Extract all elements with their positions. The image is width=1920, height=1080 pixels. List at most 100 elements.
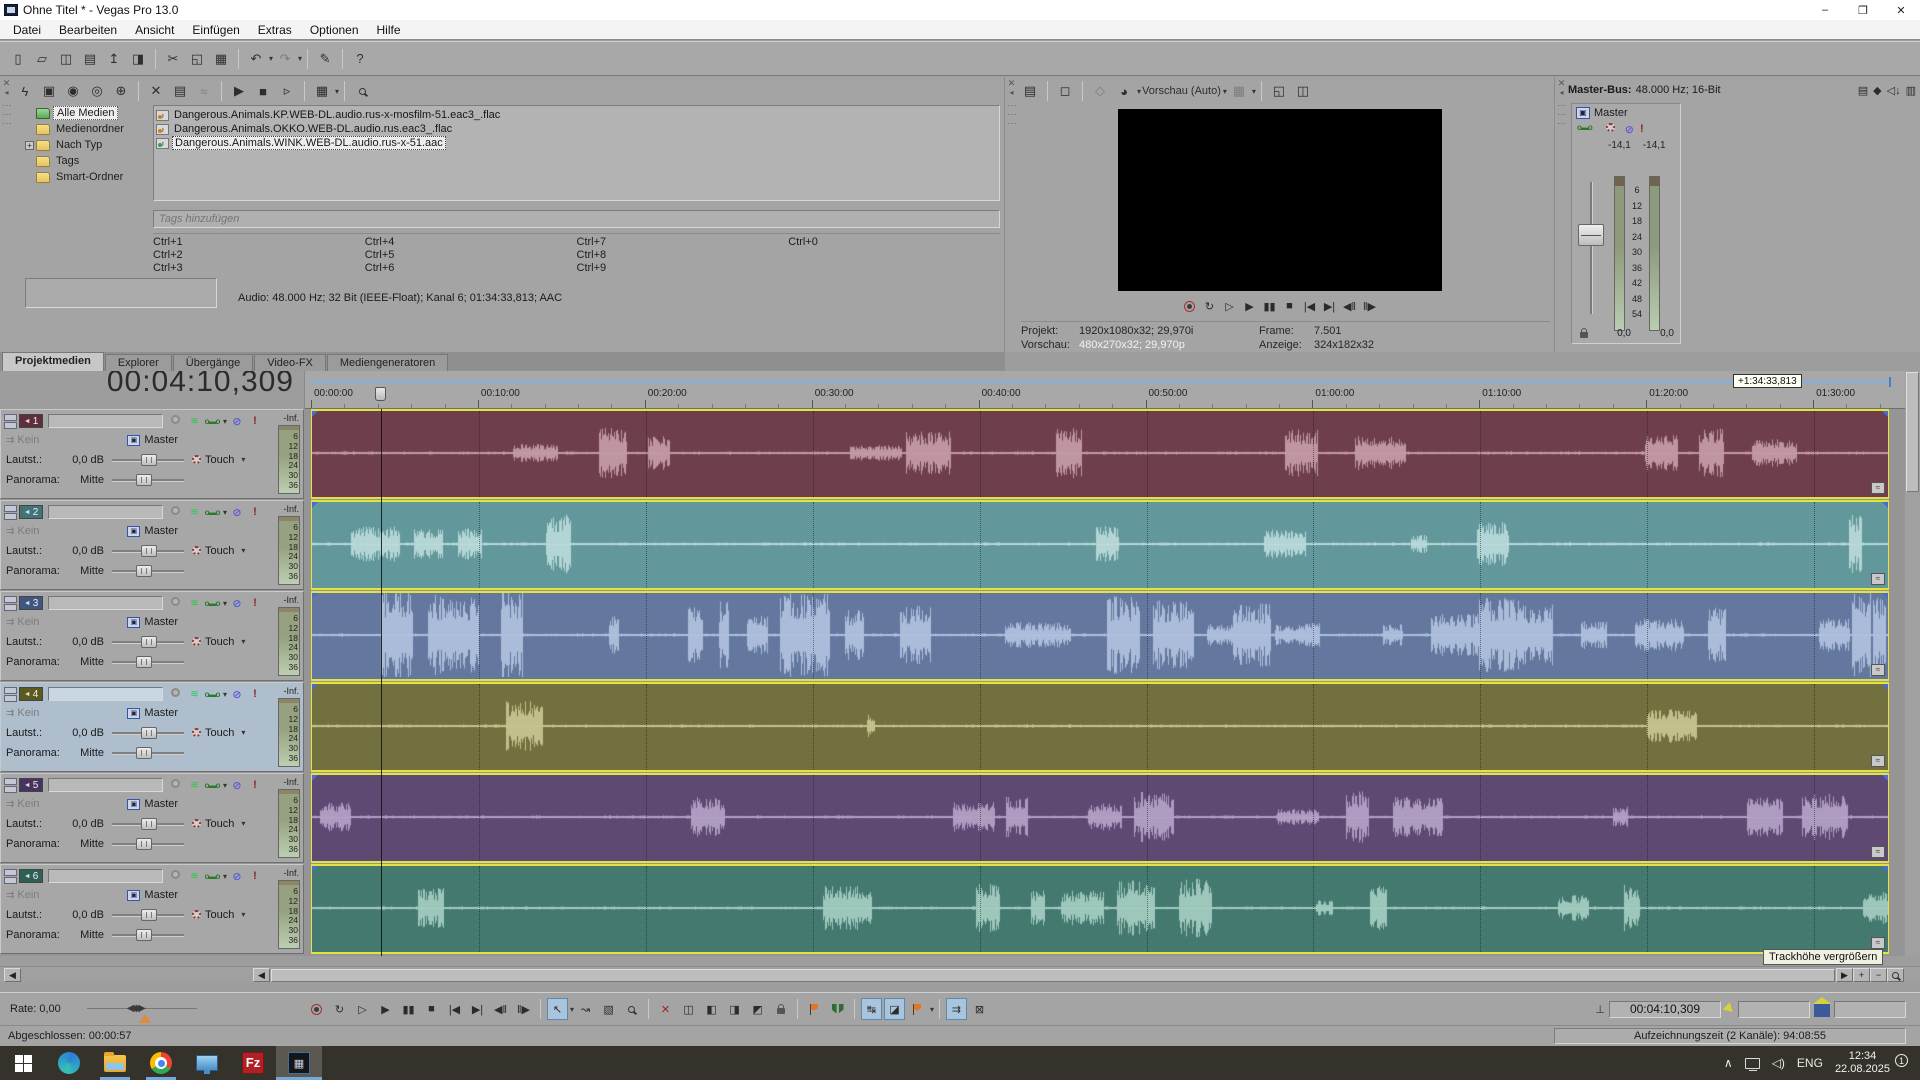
cut-button[interactable]: ✂ xyxy=(162,48,184,70)
track-minimize-button[interactable] xyxy=(4,777,17,785)
solo-icon[interactable]: ! xyxy=(247,688,263,700)
track-header[interactable]: ◄ 5 ≋ o▬o ▾ ⊘ ! -Inf. ⇉ Kein ▣ Master La… xyxy=(0,773,304,863)
vertical-scrollbar-thumb[interactable] xyxy=(1906,372,1919,492)
copy-button[interactable]: ◱ xyxy=(186,48,208,70)
track-restore-button[interactable] xyxy=(4,876,17,884)
fader-lock-icon[interactable] xyxy=(1580,328,1588,338)
chevron-down-icon[interactable]: ▾ xyxy=(223,872,227,881)
track-header[interactable]: ◄ 3 ≋ o▬o ▾ ⊘ ! -Inf. ⇉ Kein ▣ Master La… xyxy=(0,591,304,681)
split-trim-left-button[interactable]: ◧ xyxy=(701,998,722,1020)
dock-grip[interactable]: ✕ ◂ ⋮⋮⋮ xyxy=(0,77,13,352)
auto-ripple-toggle[interactable]: ⇉ xyxy=(946,998,968,1020)
taskbar-edge[interactable] xyxy=(46,1046,92,1080)
dim-output-button[interactable]: ◁↓ xyxy=(1887,84,1901,97)
track-header[interactable]: ◄ 6 ≋ o▬o ▾ ⊘ ! -Inf. ⇉ Kein ▣ Master La… xyxy=(0,864,304,954)
record-arm-icon[interactable] xyxy=(171,506,181,515)
trim-event-button[interactable]: ◫ xyxy=(678,998,699,1020)
menu-einfügen[interactable]: Einfügen xyxy=(183,21,248,39)
audio-event[interactable]: ≈ xyxy=(311,864,1889,954)
preview-pause-button[interactable]: ▮▮ xyxy=(1260,297,1280,315)
mute-icon[interactable]: ⊘ xyxy=(229,779,245,792)
solo-icon[interactable]: ! xyxy=(247,415,263,427)
chevron-down-icon[interactable]: ▾ xyxy=(241,819,245,828)
new-project-button[interactable]: ▯ xyxy=(7,48,29,70)
envelope-tool[interactable]: ↝ xyxy=(575,998,596,1020)
media-file-item[interactable]: ♪ Dangerous.Animals.OKKO.WEB-DL.audio.rus… xyxy=(156,122,999,136)
bus-assign-button[interactable]: ▣ xyxy=(127,525,141,537)
track-plugin-icon[interactable]: o▬o xyxy=(204,690,221,699)
loop-playback-button[interactable]: ↻ xyxy=(329,998,350,1020)
tray-chevron-icon[interactable]: ∧ xyxy=(1724,1056,1733,1070)
scroll-left-button[interactable]: ◀ xyxy=(4,968,21,982)
selection-tool[interactable]: ▧ xyxy=(598,998,619,1020)
track-restore-button[interactable] xyxy=(4,512,17,520)
event-fade-handle[interactable] xyxy=(312,866,318,872)
record-arm-icon[interactable] xyxy=(171,597,181,606)
view-mode-button[interactable]: ▦ xyxy=(311,80,333,102)
automation-gear-icon[interactable] xyxy=(192,819,201,828)
insert-region-button[interactable] xyxy=(827,998,848,1020)
track-plugin-icon[interactable]: o▬o xyxy=(204,781,221,790)
event-fx-badge[interactable]: ≈ xyxy=(1871,573,1885,585)
track-header[interactable]: ◄ 1 ≋ o▬o ▾ ⊘ ! -Inf. ⇉ Kein ▣ Master La… xyxy=(0,409,304,499)
menu-extras[interactable]: Extras xyxy=(249,21,301,39)
taskbar-clock[interactable]: 12:34 22.08.2025 xyxy=(1835,1050,1890,1076)
zoom-out-time-button[interactable]: − xyxy=(1870,968,1887,982)
chevron-down-icon[interactable]: ▾ xyxy=(269,54,273,63)
track-plugin-icon[interactable]: o▬o xyxy=(204,599,221,608)
event-fx-badge[interactable]: ≈ xyxy=(1871,937,1885,949)
save-frame-button[interactable]: ◫ xyxy=(1292,80,1314,102)
event-fx-badge[interactable]: ≈ xyxy=(1871,664,1885,676)
insert-marker-button[interactable] xyxy=(804,998,825,1020)
bus-assign-button[interactable]: ▣ xyxy=(127,889,141,901)
chevron-down-icon[interactable]: ▾ xyxy=(298,54,302,63)
menu-hilfe[interactable]: Hilfe xyxy=(368,21,410,39)
stop-button[interactable]: ■ xyxy=(421,998,442,1020)
pan-slider[interactable] xyxy=(112,746,184,759)
lock-envelopes-toggle[interactable]: ⊠ xyxy=(969,998,990,1020)
solo-icon[interactable]: ! xyxy=(247,597,263,609)
save-button[interactable]: ◫ xyxy=(55,48,77,70)
audio-event[interactable]: ≈ xyxy=(311,682,1889,772)
capture-video-button[interactable]: ◉ xyxy=(62,80,84,102)
chevron-down-icon[interactable]: ▾ xyxy=(223,599,227,608)
sidebar-item-smart-ordner[interactable]: Smart-Ordner xyxy=(25,169,150,185)
chevron-down-icon[interactable]: ▾ xyxy=(1252,87,1256,96)
input-routing-icon[interactable]: ⇉ xyxy=(6,708,14,719)
event-fade-handle[interactable] xyxy=(1882,775,1888,781)
menu-datei[interactable]: Datei xyxy=(4,21,50,39)
audio-event[interactable]: ≈ xyxy=(311,591,1889,681)
mute-icon[interactable]: ⊘ xyxy=(229,870,245,883)
chevron-down-icon[interactable]: ▾ xyxy=(930,1005,934,1014)
record-arm-icon[interactable] xyxy=(171,779,181,788)
track-name-input[interactable] xyxy=(48,414,163,428)
event-fx-badge[interactable]: ≈ xyxy=(1871,482,1885,494)
go-to-end-button[interactable]: ▶| xyxy=(467,998,488,1020)
edit-tool-normal[interactable]: ↖ xyxy=(547,998,568,1020)
downmix-output-button[interactable]: ◆ xyxy=(1873,84,1881,97)
preview-play-button[interactable]: ▶ xyxy=(1240,297,1260,315)
go-to-start-button[interactable]: |◀ xyxy=(444,998,465,1020)
audio-event[interactable]: ≈ xyxy=(311,773,1889,863)
play-from-start-button[interactable]: ▷ xyxy=(352,998,373,1020)
taskbar-filezilla[interactable]: Fz xyxy=(230,1046,276,1080)
split-event-button[interactable]: ◩ xyxy=(747,998,768,1020)
track-fx-icon[interactable]: ≋ xyxy=(186,689,202,700)
input-routing-icon[interactable]: ⇉ xyxy=(6,435,14,446)
track-header[interactable]: ◄ 2 ≋ o▬o ▾ ⊘ ! -Inf. ⇉ Kein ▣ Master La… xyxy=(0,500,304,590)
preview-stop-button[interactable]: ■ xyxy=(252,80,274,102)
meter-options-button[interactable]: ▥ xyxy=(1906,84,1916,97)
zoom-in-time-button[interactable]: + xyxy=(1853,968,1870,982)
taskbar-start-button[interactable] xyxy=(0,1046,46,1080)
input-routing-icon[interactable]: ⇉ xyxy=(6,799,14,810)
event-fade-handle[interactable] xyxy=(1882,502,1888,508)
preview-go-start-button[interactable]: |◀ xyxy=(1300,297,1320,315)
menu-bearbeiten[interactable]: Bearbeiten xyxy=(50,21,126,39)
cursor-time-field[interactable]: 00:04:10,309 xyxy=(1609,1000,1721,1018)
bus-assign-button[interactable]: ▣ xyxy=(127,798,141,810)
track-minimize-button[interactable] xyxy=(4,504,17,512)
track-name-input[interactable] xyxy=(48,869,163,883)
play-button[interactable]: ▶ xyxy=(375,998,396,1020)
track-name-input[interactable] xyxy=(48,505,163,519)
track-restore-button[interactable] xyxy=(4,603,17,611)
